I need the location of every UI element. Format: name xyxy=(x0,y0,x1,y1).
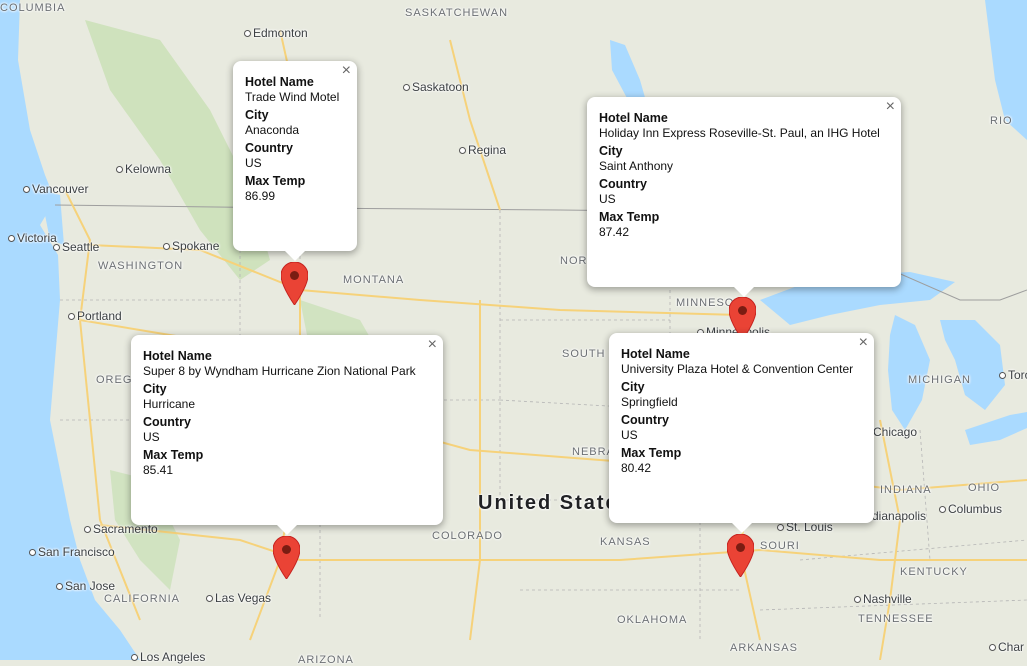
city-label: Kelowna xyxy=(115,162,172,176)
city-label: Regina xyxy=(458,143,507,157)
country-value: US xyxy=(599,192,616,206)
hotel-name-value: Holiday Inn Express Roseville-St. Paul, … xyxy=(599,126,880,140)
city-label: Nashville xyxy=(854,592,912,606)
city-label: Victoria xyxy=(8,231,57,245)
city-label: Seattle xyxy=(52,240,100,254)
city-value: Saint Anthony xyxy=(599,159,674,173)
city-label: Edmonton xyxy=(244,26,308,40)
city-label: Vancouver xyxy=(22,182,89,196)
state-label: INDIANA xyxy=(880,484,932,496)
map-marker-anaconda[interactable] xyxy=(281,262,308,305)
popup-tail xyxy=(285,251,305,261)
state-label: MICHIGAN xyxy=(908,374,971,386)
city-label: Chicago xyxy=(863,425,918,439)
close-icon[interactable]: × xyxy=(859,335,868,351)
max-temp-value: 80.42 xyxy=(621,461,652,475)
max-temp-value: 85.41 xyxy=(143,463,174,477)
city-value: Springfield xyxy=(621,395,678,409)
close-icon[interactable]: × xyxy=(886,99,895,115)
state-label: MONTANA xyxy=(343,274,405,286)
state-label: SOURI xyxy=(760,540,800,552)
popup-tail xyxy=(277,525,297,535)
state-label: KENTUCKY xyxy=(900,566,968,578)
city-label: City xyxy=(621,380,645,394)
close-icon[interactable]: × xyxy=(342,63,351,79)
state-label: OREG xyxy=(96,374,133,386)
map-marker-springfield[interactable] xyxy=(727,534,754,577)
hotel-name-value: Super 8 by Wyndham Hurricane Zion Nation… xyxy=(143,364,416,378)
max-temp-label: Max Temp xyxy=(599,210,660,224)
state-label: OKLAHOMA xyxy=(617,614,688,626)
city-label: Toro xyxy=(998,368,1027,382)
hotel-name-label: Hotel Name xyxy=(143,349,212,363)
city-label: Portland xyxy=(68,309,122,323)
country-value: US xyxy=(245,156,262,170)
state-label: ARKANSAS xyxy=(730,642,798,654)
country-label: Country xyxy=(599,177,647,191)
hotel-name-label: Hotel Name xyxy=(621,347,690,361)
state-label: SASKATCHEWAN xyxy=(405,7,509,19)
info-window: × Hotel Name University Plaza Hotel & Co… xyxy=(609,333,874,533)
state-label: WASHINGTON xyxy=(98,260,184,272)
popup-tail xyxy=(734,287,754,297)
city-label: San Jose xyxy=(55,579,116,593)
city-value: Anaconda xyxy=(245,123,300,137)
hotel-name-label: Hotel Name xyxy=(245,75,314,89)
city-label: Las Vegas xyxy=(205,591,272,605)
country-label: Country xyxy=(245,141,293,155)
state-label: COLUMBIA xyxy=(0,2,66,14)
city-label: City xyxy=(599,144,623,158)
city-label: Los Angeles xyxy=(130,650,206,664)
city-label: Spokane xyxy=(162,239,220,253)
state-label: COLORADO xyxy=(432,530,503,542)
city-label: Saskatoon xyxy=(403,80,469,94)
country-label: Country xyxy=(143,415,191,429)
city-value: Hurricane xyxy=(143,397,196,411)
map-marker-hurricane[interactable] xyxy=(273,536,300,579)
city-label: Char xyxy=(988,640,1025,654)
max-temp-label: Max Temp xyxy=(621,446,682,460)
info-window: × Hotel Name Trade Wind Motel City Anaco… xyxy=(233,61,357,261)
hotel-name-value: Trade Wind Motel xyxy=(245,90,340,104)
max-temp-label: Max Temp xyxy=(143,448,204,462)
state-label: KANSAS xyxy=(600,536,651,548)
hotel-name-label: Hotel Name xyxy=(599,111,668,125)
state-label: OHIO xyxy=(968,482,1001,494)
state-label: TENNESSEE xyxy=(858,613,934,625)
state-label: CALIFORNIA xyxy=(104,593,181,605)
max-temp-value: 87.42 xyxy=(599,225,630,239)
state-label: ARIZONA xyxy=(298,654,354,666)
country-value: US xyxy=(143,430,160,444)
state-label: RIO xyxy=(990,115,1013,127)
info-window: × Hotel Name Holiday Inn Express Rosevil… xyxy=(587,97,901,297)
max-temp-value: 86.99 xyxy=(245,189,276,203)
country-label: Country xyxy=(621,413,669,427)
popup-tail xyxy=(731,523,752,533)
city-label: City xyxy=(143,382,167,396)
close-icon[interactable]: × xyxy=(428,337,437,353)
city-label: City xyxy=(245,108,269,122)
country-value: US xyxy=(621,428,638,442)
hotel-name-value: University Plaza Hotel & Convention Cent… xyxy=(621,362,854,376)
max-temp-label: Max Temp xyxy=(245,174,306,188)
city-label: Columbus xyxy=(938,502,1003,516)
city-label: San Francisco xyxy=(29,545,115,559)
info-window: × Hotel Name Super 8 by Wyndham Hurrican… xyxy=(131,335,443,535)
